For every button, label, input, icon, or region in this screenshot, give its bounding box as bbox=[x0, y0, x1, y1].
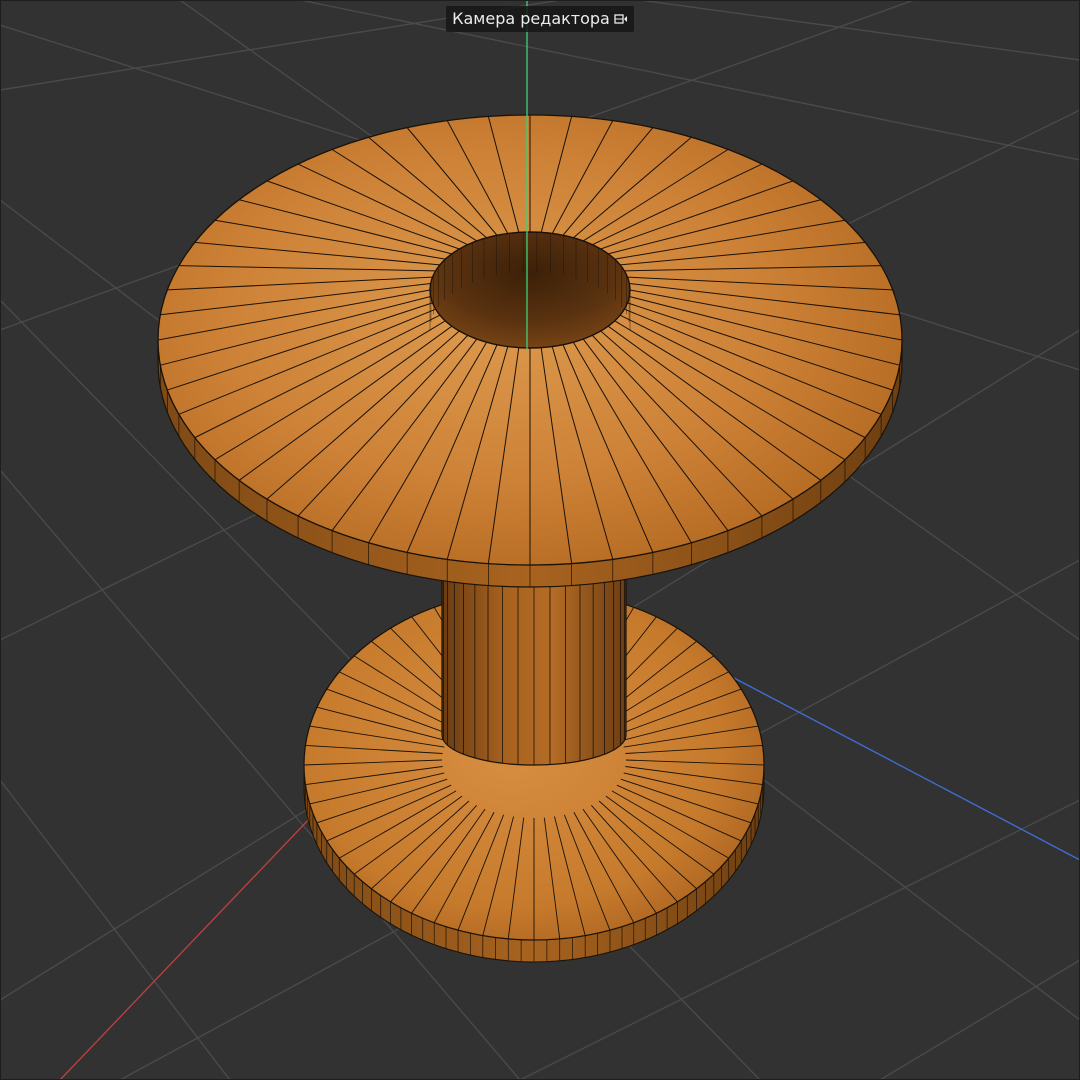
3d-viewport[interactable]: Камера редактора bbox=[0, 0, 1080, 1080]
viewport-scene[interactable] bbox=[0, 0, 1080, 1080]
spool-hole bbox=[429, 231, 631, 349]
cable-spool-model[interactable] bbox=[157, 114, 903, 963]
grid-line bbox=[879, 959, 1080, 1080]
camera-label: Камера редактора bbox=[452, 9, 610, 28]
camera-selector-button[interactable]: Камера редактора bbox=[446, 6, 634, 32]
grid-line bbox=[0, 779, 231, 1080]
grid-line bbox=[639, 0, 1080, 61]
camera-icon bbox=[614, 13, 627, 24]
